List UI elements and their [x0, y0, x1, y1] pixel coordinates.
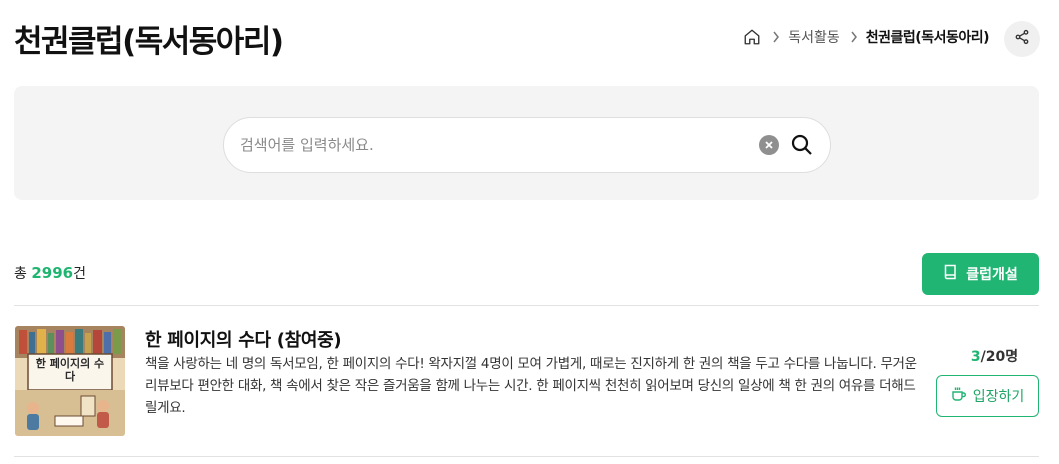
search-panel: [14, 86, 1039, 200]
search-box: [223, 117, 831, 173]
member-current: 3: [970, 349, 981, 365]
club-cover-image[interactable]: 한 페이지의 수다: [15, 326, 125, 436]
result-count-suffix: 건: [73, 266, 86, 282]
result-count: 총 2996건: [14, 263, 86, 283]
search-input[interactable]: [240, 118, 740, 172]
list-divider-bottom: [14, 456, 1039, 457]
enter-club-button[interactable]: 입장하기: [936, 375, 1039, 417]
share-icon: [1014, 29, 1030, 49]
page-title: 천권클럽(독서동아리): [14, 24, 284, 60]
book-icon: [943, 264, 958, 284]
member-total: /20명: [980, 349, 1019, 365]
club-list-item[interactable]: 한 페이지의 수다 한 페이지의 수다 (참여중) 책을 사랑하는 네 명의 독…: [14, 306, 1039, 456]
clear-circle-icon[interactable]: [759, 135, 779, 155]
cup-icon: [951, 386, 967, 406]
cover-title: 한 페이지의 수다: [35, 357, 105, 383]
breadcrumb: 독서활동 천권클럽(독서동아리): [742, 27, 990, 47]
page-header: 천권클럽(독서동아리) 독서활동 천권클럽(독서동아리): [0, 0, 1059, 80]
enter-club-label: 입장하기: [972, 389, 1025, 405]
club-title[interactable]: 한 페이지의 수다 (참여중): [145, 326, 342, 352]
share-button[interactable]: [1004, 21, 1040, 57]
create-club-button[interactable]: 클럽개설: [922, 253, 1039, 295]
member-count: 3/20명: [936, 346, 1053, 366]
result-count-prefix: 총: [14, 266, 32, 282]
breadcrumb-item-reading-activity[interactable]: 독서활동: [788, 27, 840, 47]
home-icon[interactable]: [742, 27, 762, 47]
search-icon[interactable]: [789, 132, 815, 158]
result-count-number: 2996: [31, 264, 74, 282]
create-club-label: 클럽개설: [966, 267, 1018, 283]
breadcrumb-item-current: 천권클럽(독서동아리): [865, 30, 990, 46]
chevron-right-icon: [850, 31, 858, 43]
club-description: 책을 사랑하는 네 명의 독서모임, 한 페이지의 수다! 왁자지껄 4명이 모…: [145, 356, 917, 416]
chevron-right-icon: [772, 31, 780, 43]
